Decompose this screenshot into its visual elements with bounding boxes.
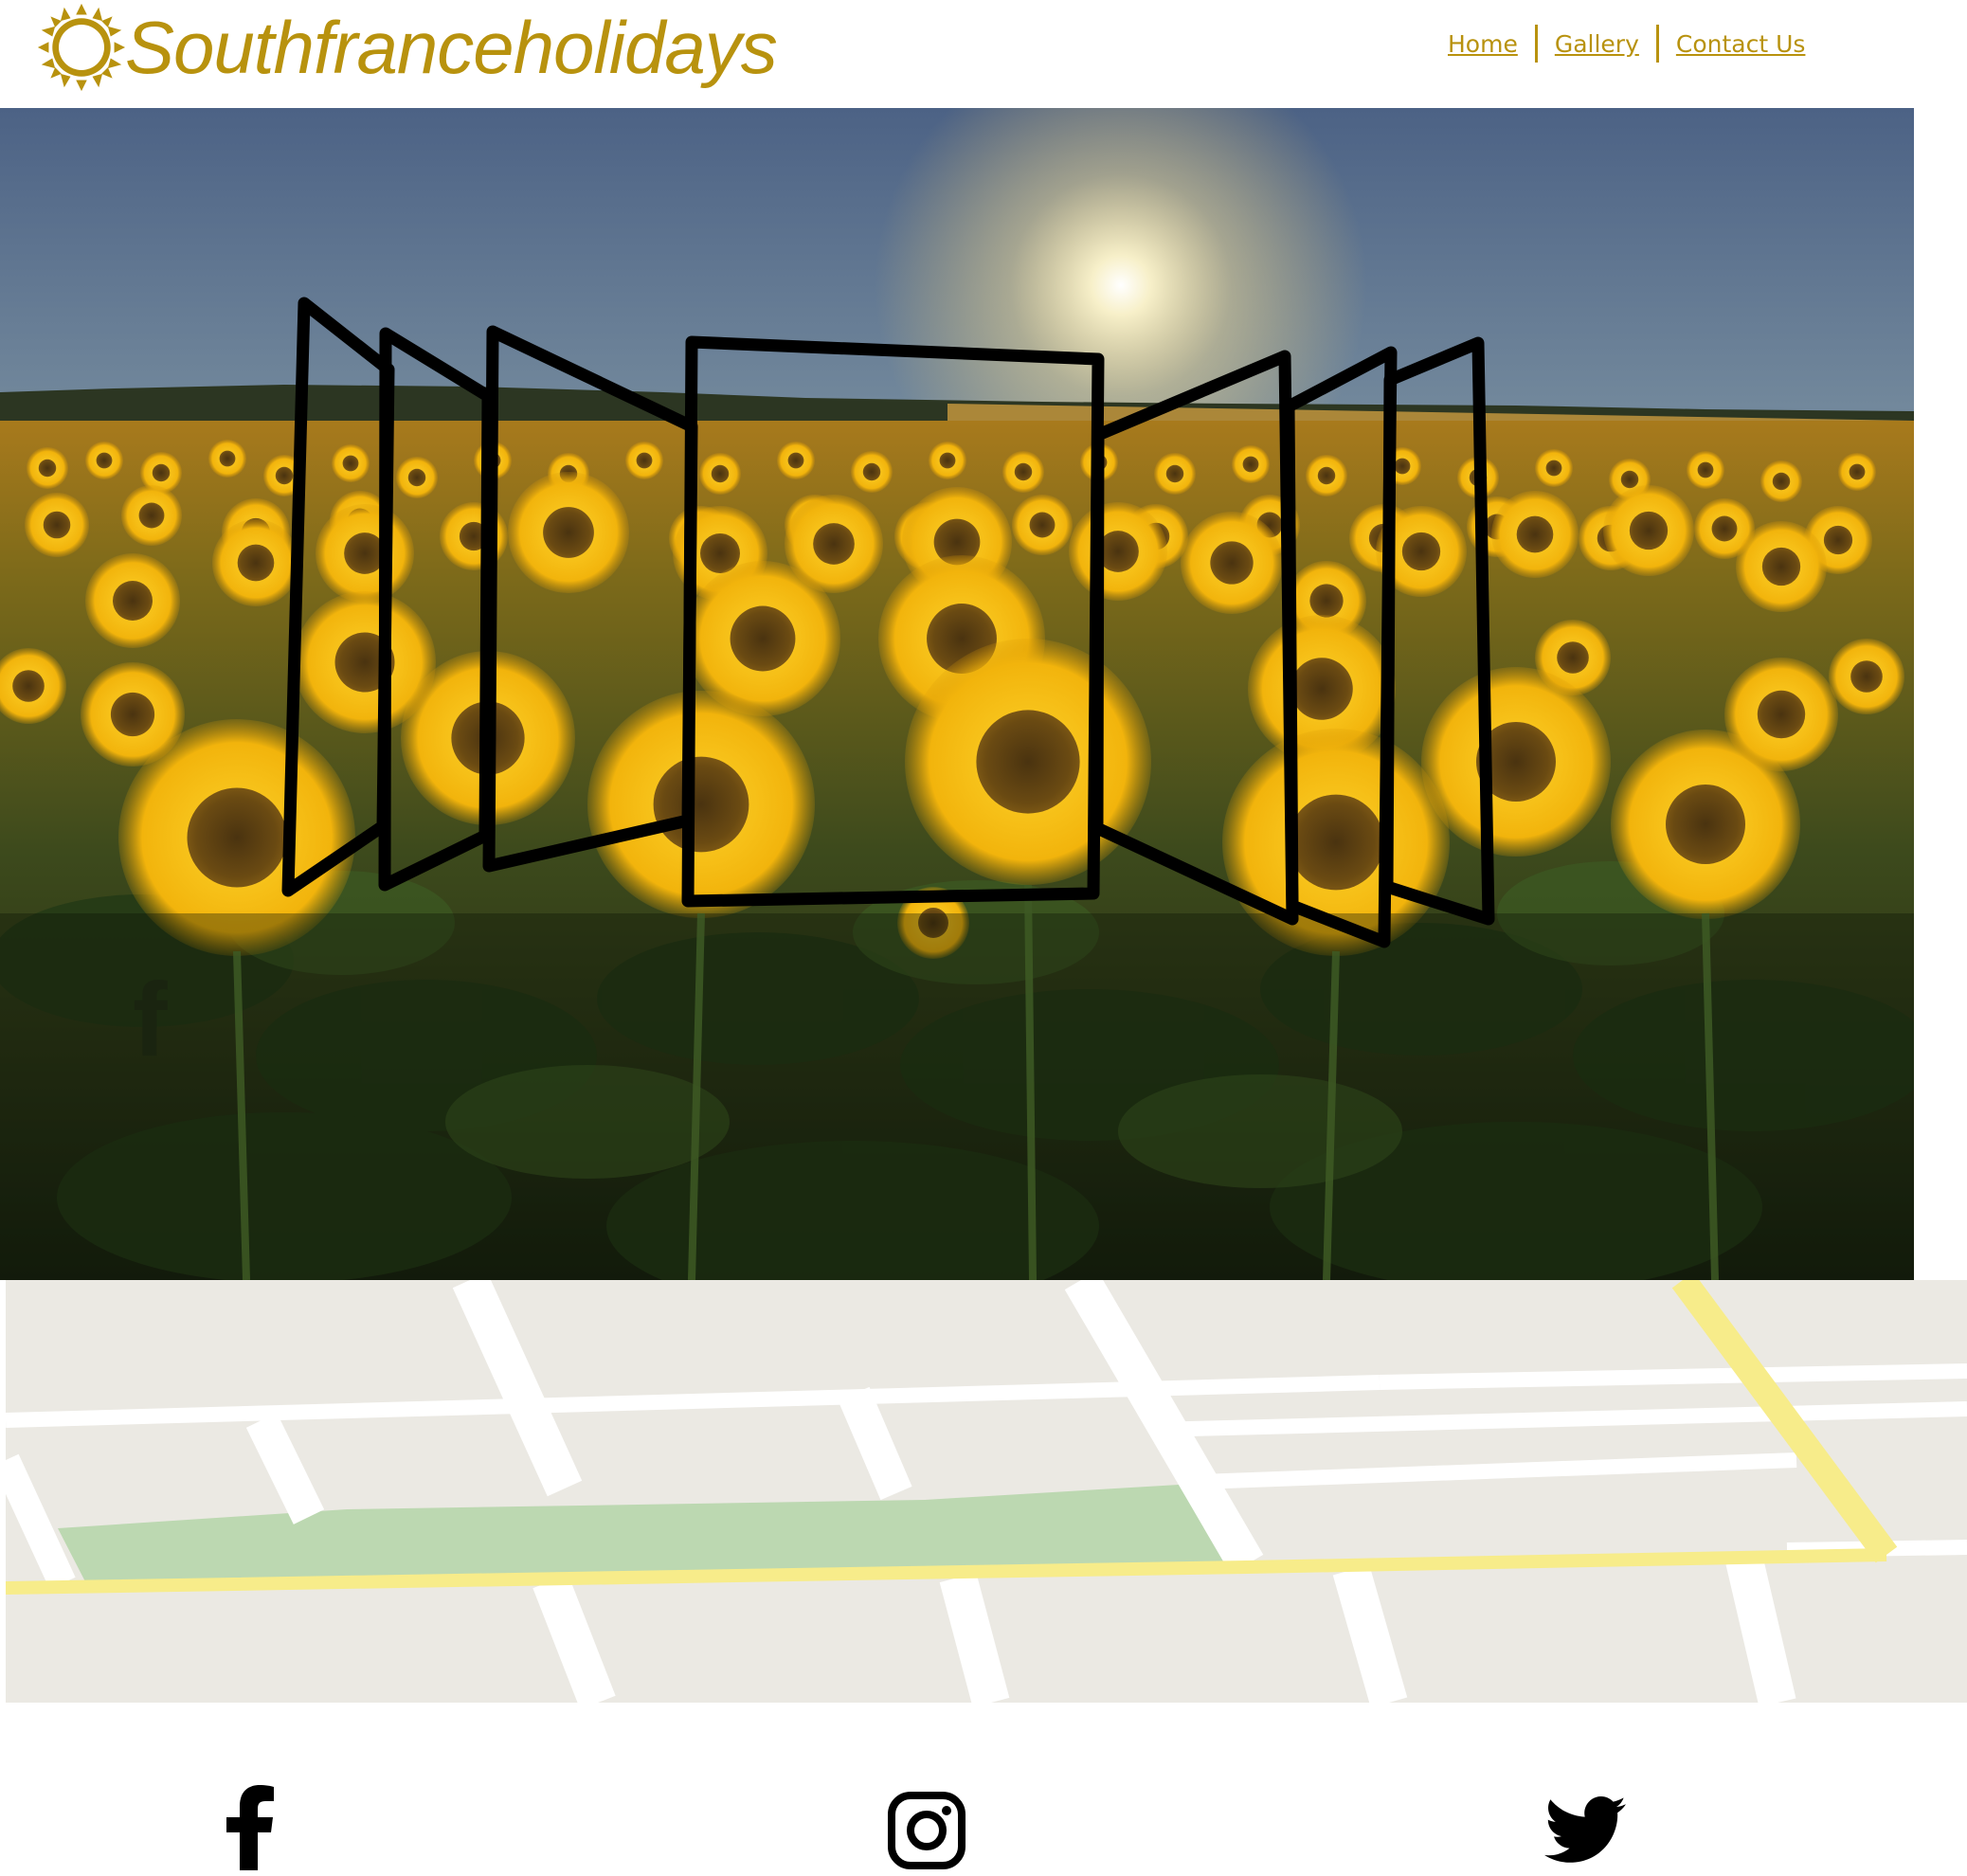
hero-facebook-glyph: f <box>133 962 168 1078</box>
twitter-icon[interactable] <box>1544 1796 1626 1863</box>
main-nav: Home Gallery Contact Us <box>1448 23 1805 64</box>
sun-icon <box>37 3 126 92</box>
nav-home-link[interactable]: Home <box>1448 30 1518 58</box>
instagram-icon[interactable] <box>888 1792 965 1869</box>
nav-divider <box>1534 25 1538 63</box>
social-links <box>0 1762 1967 1876</box>
facebook-icon[interactable] <box>222 1785 279 1870</box>
location-map[interactable] <box>6 1280 1967 1703</box>
hero-banner: f <box>0 108 1914 1280</box>
brand-name: Southfranceholidays <box>125 5 778 89</box>
nav-contact-link[interactable]: Contact Us <box>1676 30 1806 58</box>
site-header: Southfranceholidays Home Gallery Contact… <box>0 0 1967 108</box>
site-logo[interactable]: Southfranceholidays <box>36 0 778 95</box>
sunflower-field-image: f <box>0 108 1914 1280</box>
nav-gallery-link[interactable]: Gallery <box>1555 30 1639 58</box>
nav-divider <box>1655 25 1659 63</box>
